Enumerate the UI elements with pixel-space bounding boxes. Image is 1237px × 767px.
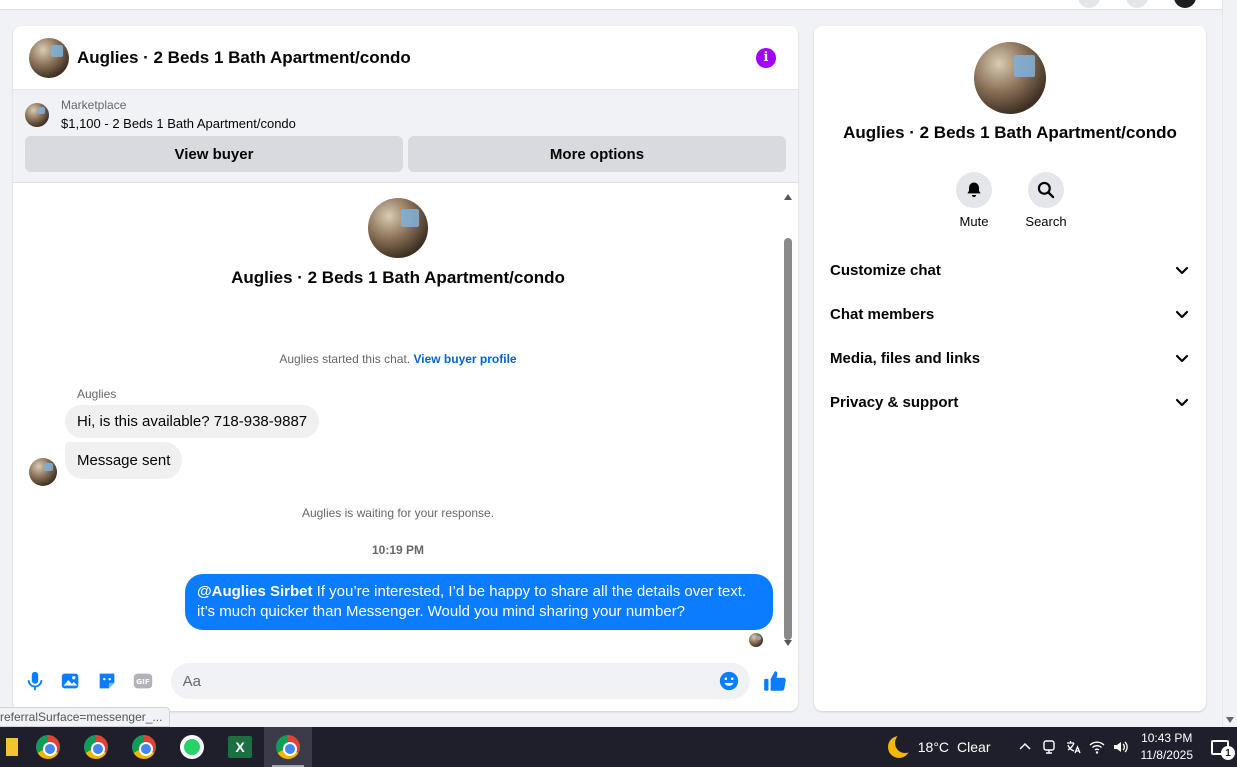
started-text: Auglies started this chat. xyxy=(279,352,411,366)
weather-widget[interactable]: 18°C Clear xyxy=(887,733,991,758)
notification-center-icon[interactable]: 1 xyxy=(1207,734,1235,760)
search-label: Search xyxy=(1025,214,1067,229)
clock-time: 10:43 PM xyxy=(1141,731,1193,745)
chrome-icon[interactable] xyxy=(120,727,168,767)
chat-avatar[interactable] xyxy=(29,37,69,78)
microphone-icon[interactable] xyxy=(23,669,47,693)
status-bar-url: referralSurface=messenger_... xyxy=(0,707,170,727)
moon-icon xyxy=(887,733,915,758)
system-tray: 18°C Clear 10:43 PM 11/8/2025 1 xyxy=(887,727,1237,767)
info-avatar[interactable] xyxy=(974,42,1046,114)
incoming-message[interactable]: Hi, is this available? 718-938-9887 xyxy=(65,405,320,438)
message-scrollbar[interactable] xyxy=(783,194,793,646)
top-button-icon[interactable] xyxy=(1078,0,1100,8)
input-method-icon[interactable] xyxy=(1061,727,1085,767)
message-list: Auglies · 2 Beds 1 Bath Apartment/condo … xyxy=(13,188,798,651)
file-explorer-icon[interactable] xyxy=(0,727,24,767)
emoji-icon[interactable] xyxy=(718,670,740,692)
waiting-notice: Auglies is waiting for your response. xyxy=(301,506,495,520)
photo-icon[interactable] xyxy=(59,669,83,693)
top-button-icon[interactable] xyxy=(1126,0,1148,8)
weather-temp: 18°C xyxy=(917,739,950,755)
search-icon xyxy=(1037,181,1055,199)
customize-chat-section[interactable]: Customize chat xyxy=(814,248,1206,292)
scroll-down-arrow-icon[interactable] xyxy=(784,640,792,646)
chevron-down-icon xyxy=(1175,310,1189,319)
chat-intro: Auglies · 2 Beds 1 Bath Apartment/condo xyxy=(13,198,783,288)
chevron-down-icon xyxy=(1175,354,1189,363)
svg-text:GIF: GIF xyxy=(136,677,150,686)
mention[interactable]: @Auglies Sirbet xyxy=(197,583,312,600)
chrome-icon[interactable] xyxy=(72,727,120,767)
incoming-message[interactable]: Message sent xyxy=(65,442,183,479)
top-strip xyxy=(0,0,1222,10)
sticker-icon[interactable] xyxy=(95,669,119,693)
search-button[interactable]: Search xyxy=(1025,172,1067,229)
media-files-links-section[interactable]: Media, files and links xyxy=(814,336,1206,380)
excel-icon[interactable]: X xyxy=(216,727,264,767)
section-label: Customize chat xyxy=(830,261,941,279)
profile-avatar[interactable] xyxy=(1174,0,1196,8)
sender-avatar[interactable] xyxy=(29,458,57,486)
like-icon[interactable] xyxy=(762,668,788,694)
info-title: Auglies · 2 Beds 1 Bath Apartment/condo xyxy=(843,123,1177,142)
chat-title[interactable]: Auglies · 2 Beds 1 Bath Apartment/condo xyxy=(77,48,411,68)
section-label: Chat members xyxy=(830,305,935,323)
chevron-down-icon xyxy=(1175,266,1189,275)
message-input[interactable] xyxy=(182,672,719,690)
info-actions: Mute Search xyxy=(814,172,1206,229)
section-label: Privacy & support xyxy=(830,393,959,411)
chrome-icon[interactable] xyxy=(24,727,72,767)
taskbar-clock[interactable]: 10:43 PM 11/8/2025 xyxy=(1141,730,1194,764)
chevron-down-icon xyxy=(1175,398,1189,407)
privacy-support-section[interactable]: Privacy & support xyxy=(814,380,1206,424)
listing-thumbnail[interactable] xyxy=(25,102,49,127)
windows-taskbar: X 18°C Clear 10:43 PM 11/8/2025 1 xyxy=(0,727,1237,767)
meet-icon[interactable] xyxy=(1037,727,1061,767)
scroll-up-arrow-icon[interactable] xyxy=(784,194,792,200)
intro-avatar[interactable] xyxy=(368,198,428,258)
view-buyer-button[interactable]: View buyer xyxy=(25,136,403,172)
section-label: Media, files and links xyxy=(830,349,981,367)
weather-condition: Clear xyxy=(957,739,991,755)
scrollbar-thumb[interactable] xyxy=(784,238,792,640)
info-sections: Customize chat Chat members Media, files… xyxy=(814,248,1206,424)
chat-header: Auglies · 2 Beds 1 Bath Apartment/condo … xyxy=(13,26,798,90)
conversation-info-panel: Auglies · 2 Beds 1 Bath Apartment/condo … xyxy=(814,26,1206,711)
marketplace-banner: Marketplace $1,100 - 2 Beds 1 Bath Apart… xyxy=(13,90,798,183)
chevron-up-icon[interactable] xyxy=(1013,727,1037,767)
chat-members-section[interactable]: Chat members xyxy=(814,292,1206,336)
message-timestamp: 10:19 PM xyxy=(371,543,425,557)
sender-name: Auglies xyxy=(77,387,117,401)
chat-panel: Auglies · 2 Beds 1 Bath Apartment/condo … xyxy=(13,26,798,711)
scroll-down-arrow-icon[interactable] xyxy=(1226,717,1234,723)
bell-icon xyxy=(967,182,981,198)
outgoing-message[interactable]: @Auglies Sirbet If you’re interested, I’… xyxy=(185,574,773,630)
wifi-icon[interactable] xyxy=(1085,727,1109,767)
page-scrollbar[interactable] xyxy=(1222,0,1237,727)
message-input-box[interactable] xyxy=(170,663,751,699)
marketplace-label: Marketplace xyxy=(61,98,127,112)
gif-icon[interactable]: GIF xyxy=(131,669,155,693)
seen-avatar xyxy=(749,633,763,647)
info-icon[interactable]: i xyxy=(756,47,776,68)
listing-title[interactable]: $1,100 - 2 Beds 1 Bath Apartment/condo xyxy=(61,116,296,131)
chrome-icon[interactable] xyxy=(264,727,312,767)
notification-count: 1 xyxy=(1221,746,1235,760)
chat-started-notice: Auglies started this chat. View buyer pr… xyxy=(13,352,783,366)
volume-icon[interactable] xyxy=(1109,727,1133,767)
intro-title: Auglies · 2 Beds 1 Bath Apartment/condo xyxy=(231,268,565,287)
view-buyer-profile-link[interactable]: View buyer profile xyxy=(413,352,516,366)
whatsapp-icon[interactable] xyxy=(168,727,216,767)
clock-date: 11/8/2025 xyxy=(1140,748,1194,762)
message-composer: GIF xyxy=(13,651,798,711)
mute-label: Mute xyxy=(959,214,989,229)
more-options-button[interactable]: More options xyxy=(408,136,786,172)
mute-button[interactable]: Mute xyxy=(956,172,992,229)
